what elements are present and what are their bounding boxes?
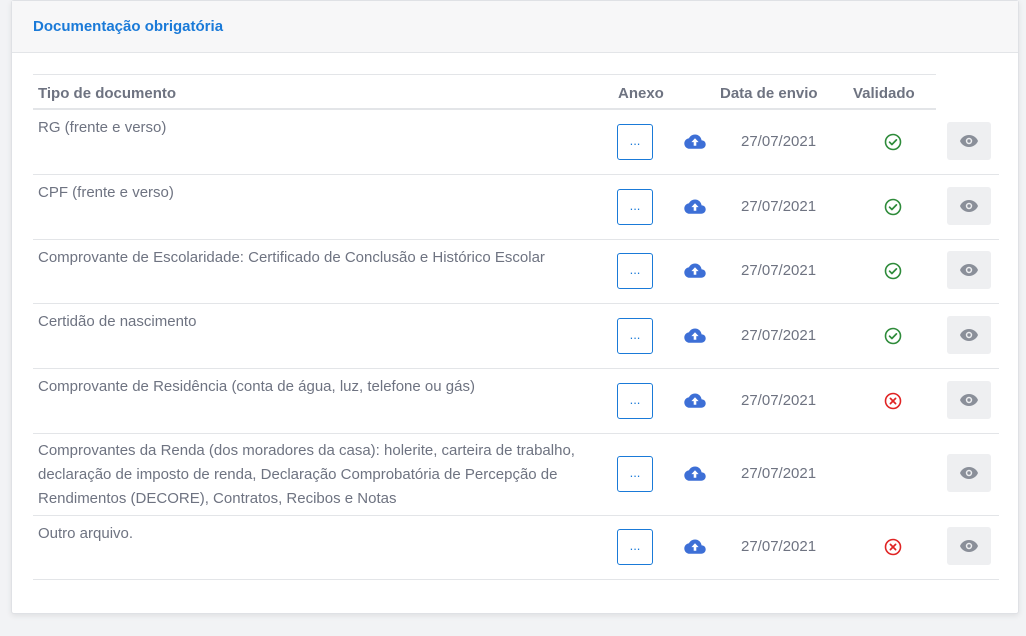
document-type-label: Certidão de nascimento (38, 313, 197, 330)
table-row: Certidão de nascimento... 27/07/2021 (33, 304, 999, 369)
eye-icon (959, 466, 979, 480)
send-date: 27/07/2021 (741, 262, 817, 279)
check-circle-icon (884, 133, 902, 151)
attach-file-button[interactable]: ... (617, 318, 653, 354)
send-date: 27/07/2021 (741, 198, 817, 215)
attach-file-button[interactable]: ... (617, 456, 653, 492)
column-header-send-date: Data de envio (720, 85, 818, 102)
view-document-button[interactable] (947, 316, 991, 354)
column-header-document-type: Tipo de documento (38, 85, 177, 102)
x-circle-icon (884, 538, 902, 556)
document-type-label: Outro arquivo. (38, 525, 134, 542)
send-date: 27/07/2021 (741, 327, 817, 344)
attach-file-button[interactable]: ... (617, 383, 653, 419)
send-date: 27/07/2021 (741, 133, 817, 150)
view-document-button[interactable] (947, 251, 991, 289)
column-header-attachment: Anexo (618, 85, 664, 102)
attach-file-button[interactable]: ... (617, 529, 653, 565)
document-type-label: Comprovante de Escolaridade: Certificado… (38, 249, 545, 266)
cloud-upload-icon[interactable] (684, 328, 706, 344)
eye-icon (959, 263, 979, 277)
table-row: Outro arquivo.... 27/07/2021 (33, 516, 999, 580)
view-document-button[interactable] (947, 381, 991, 419)
column-header-validated: Validado (853, 85, 915, 102)
table-header: Tipo de documento Anexo Data de envio Va… (33, 74, 936, 110)
cloud-upload-icon[interactable] (684, 466, 706, 482)
view-document-button[interactable] (947, 454, 991, 492)
check-circle-icon (884, 327, 902, 345)
cloud-upload-icon[interactable] (684, 134, 706, 150)
table-row: CPF (frente e verso)... 27/07/2021 (33, 175, 999, 240)
document-type-label: Comprovante de Residência (conta de água… (38, 378, 475, 395)
eye-icon (959, 393, 979, 407)
document-type-label: RG (frente e verso) (38, 119, 167, 136)
mandatory-documents-card: Documentação obrigatória Tipo de documen… (11, 0, 1019, 614)
send-date: 27/07/2021 (741, 392, 817, 409)
check-circle-icon (884, 198, 902, 216)
attach-file-button[interactable]: ... (617, 253, 653, 289)
send-date: 27/07/2021 (741, 538, 817, 555)
eye-icon (959, 539, 979, 553)
table-row: Comprovante de Escolaridade: Certificado… (33, 240, 999, 304)
attach-file-button[interactable]: ... (617, 124, 653, 160)
documents-table: Tipo de documento Anexo Data de envio Va… (33, 74, 999, 580)
card-title: Documentação obrigatória (33, 18, 224, 35)
eye-icon (959, 199, 979, 213)
cloud-upload-icon[interactable] (684, 199, 706, 215)
attach-file-button[interactable]: ... (617, 189, 653, 225)
cloud-upload-icon[interactable] (684, 539, 706, 555)
document-type-label: CPF (frente e verso) (38, 184, 174, 201)
eye-icon (959, 134, 979, 148)
table-row: RG (frente e verso)... 27/07/2021 (33, 110, 999, 175)
eye-icon (959, 328, 979, 342)
table-row: Comprovante de Residência (conta de água… (33, 369, 999, 434)
x-circle-icon (884, 392, 902, 410)
view-document-button[interactable] (947, 187, 991, 225)
cloud-upload-icon[interactable] (684, 263, 706, 279)
table-body: RG (frente e verso)... 27/07/2021 CPF (fre… (33, 110, 999, 580)
card-header: Documentação obrigatória (12, 1, 1018, 53)
check-circle-icon (884, 262, 902, 280)
cloud-upload-icon[interactable] (684, 393, 706, 409)
view-document-button[interactable] (947, 527, 991, 565)
view-document-button[interactable] (947, 122, 991, 160)
table-row: Comprovantes da Renda (dos moradores da … (33, 434, 999, 516)
document-type-label: Comprovantes da Renda (dos moradores da … (38, 442, 575, 507)
send-date: 27/07/2021 (741, 465, 817, 482)
